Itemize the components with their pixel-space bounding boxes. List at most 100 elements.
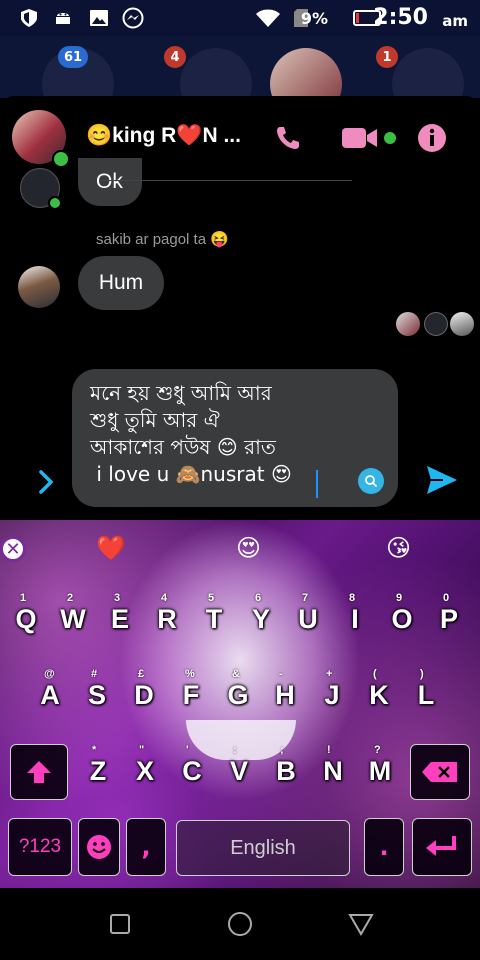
key-label: R bbox=[157, 603, 177, 634]
sender-avatar[interactable] bbox=[18, 266, 60, 308]
key-d[interactable]: D £ bbox=[124, 668, 164, 718]
video-call-icon[interactable] bbox=[340, 124, 380, 152]
key-label: C bbox=[182, 755, 202, 786]
key-label: O bbox=[391, 603, 413, 634]
android-icon bbox=[52, 8, 74, 28]
key-hint: 3 bbox=[114, 592, 121, 604]
home-icon[interactable] bbox=[228, 912, 252, 936]
key-q[interactable]: Q1 bbox=[6, 592, 46, 642]
key-label: H bbox=[275, 679, 295, 710]
key-label: Y bbox=[251, 603, 270, 634]
key-hint: ) bbox=[420, 668, 424, 680]
key-label: M bbox=[368, 755, 392, 786]
key-label: F bbox=[182, 679, 200, 710]
clock-ampm: am bbox=[442, 12, 468, 30]
contact-name[interactable]: 😊king R❤️N ... bbox=[86, 124, 241, 148]
key-l[interactable]: L) bbox=[406, 668, 446, 718]
period-key[interactable]: . bbox=[364, 818, 404, 876]
key-label: L bbox=[417, 679, 435, 710]
key-hint: # bbox=[91, 668, 98, 680]
emoji-suggestion[interactable]: 😍 bbox=[236, 534, 261, 562]
back-icon[interactable] bbox=[346, 910, 376, 938]
close-suggestions-icon[interactable]: ✕ bbox=[0, 536, 26, 562]
key-e[interactable]: E3 bbox=[100, 592, 140, 642]
unread-badge: 4 bbox=[164, 46, 186, 68]
key-z[interactable]: Z * bbox=[78, 744, 118, 794]
key-hint: ! bbox=[327, 744, 331, 756]
info-icon[interactable] bbox=[416, 122, 448, 154]
search-icon[interactable] bbox=[358, 468, 384, 494]
key-x[interactable]: X " bbox=[125, 744, 165, 794]
key-o[interactable]: O9 bbox=[382, 592, 422, 642]
key-t[interactable]: T5 bbox=[194, 592, 234, 642]
key-label: N bbox=[323, 755, 343, 786]
battery-percent: 9% bbox=[300, 9, 328, 28]
chevron-right-icon[interactable] bbox=[34, 468, 58, 496]
key-c[interactable]: C ' bbox=[172, 744, 212, 794]
online-indicator bbox=[48, 196, 62, 210]
message-input-text[interactable]: মনে হয় শুধু আমি আর শুধু তুমি আর ঐ আকাশে… bbox=[90, 380, 360, 488]
key-hint: 9 bbox=[396, 592, 403, 604]
recents-icon[interactable] bbox=[110, 914, 130, 934]
key-label: B bbox=[276, 755, 296, 786]
key-label: S bbox=[87, 679, 106, 710]
backspace-key[interactable] bbox=[410, 744, 470, 800]
emoji-suggestion[interactable]: 😘 bbox=[386, 534, 411, 562]
key-u[interactable]: U7 bbox=[288, 592, 328, 642]
key-v[interactable]: V: bbox=[219, 744, 259, 794]
key-label: J bbox=[324, 679, 340, 710]
key-k[interactable]: K( bbox=[359, 668, 399, 718]
key-j[interactable]: J + bbox=[312, 668, 352, 718]
header-divider bbox=[100, 180, 352, 181]
key-w[interactable]: W2 bbox=[53, 592, 93, 642]
symbols-key[interactable]: ?123 bbox=[8, 818, 72, 876]
shift-key[interactable] bbox=[10, 744, 68, 800]
key-label: Z bbox=[89, 755, 107, 786]
key-label: D bbox=[134, 679, 154, 710]
key-hint: ? bbox=[374, 744, 381, 756]
enter-key[interactable] bbox=[412, 818, 472, 876]
key-f[interactable]: F% bbox=[171, 668, 211, 718]
key-m[interactable]: M? bbox=[360, 744, 400, 794]
key-s[interactable]: S # bbox=[77, 668, 117, 718]
message-bubble[interactable]: Ok bbox=[78, 158, 142, 206]
unread-badge: 1 bbox=[376, 46, 398, 68]
unread-badge: 61 bbox=[58, 46, 89, 68]
key-hint: 6 bbox=[255, 592, 262, 604]
key-hint: £ bbox=[138, 668, 145, 680]
message-bubble[interactable]: Hum bbox=[78, 256, 164, 310]
key-hint: 7 bbox=[302, 592, 309, 604]
key-b[interactable]: B; bbox=[266, 744, 306, 794]
key-y[interactable]: Y6 bbox=[241, 592, 281, 642]
key-label: T bbox=[205, 603, 223, 634]
key-hint: : bbox=[233, 744, 237, 756]
emoji-key[interactable] bbox=[78, 818, 120, 876]
text-cursor bbox=[316, 470, 318, 498]
image-icon bbox=[88, 8, 110, 28]
key-p[interactable]: P0 bbox=[429, 592, 469, 642]
key-label: V bbox=[229, 755, 248, 786]
seen-avatar bbox=[424, 312, 448, 336]
key-hint: & bbox=[232, 668, 240, 680]
emoji-suggestion[interactable]: ❤️ bbox=[96, 534, 126, 562]
key-label: K bbox=[369, 679, 389, 710]
key-hint: " bbox=[139, 744, 145, 756]
clock-time: 2:50 bbox=[373, 5, 428, 30]
send-icon[interactable] bbox=[424, 462, 460, 498]
key-n[interactable]: N! bbox=[313, 744, 353, 794]
key-r[interactable]: R4 bbox=[147, 592, 187, 642]
key-a[interactable]: A @ bbox=[30, 668, 70, 718]
online-indicator bbox=[384, 132, 396, 144]
key-hint: 4 bbox=[161, 592, 168, 604]
key-hint: 5 bbox=[208, 592, 215, 604]
key-hint: ( bbox=[373, 668, 377, 680]
key-label: I bbox=[351, 603, 359, 634]
space-key[interactable]: English bbox=[176, 820, 350, 876]
phone-icon[interactable] bbox=[272, 122, 304, 154]
key-hint: + bbox=[326, 668, 333, 680]
comma-key[interactable]: , bbox=[126, 818, 166, 876]
key-i[interactable]: I8 bbox=[335, 592, 375, 642]
key-hint: * bbox=[92, 744, 97, 756]
key-g[interactable]: G & bbox=[218, 668, 258, 718]
key-h[interactable]: H- bbox=[265, 668, 305, 718]
